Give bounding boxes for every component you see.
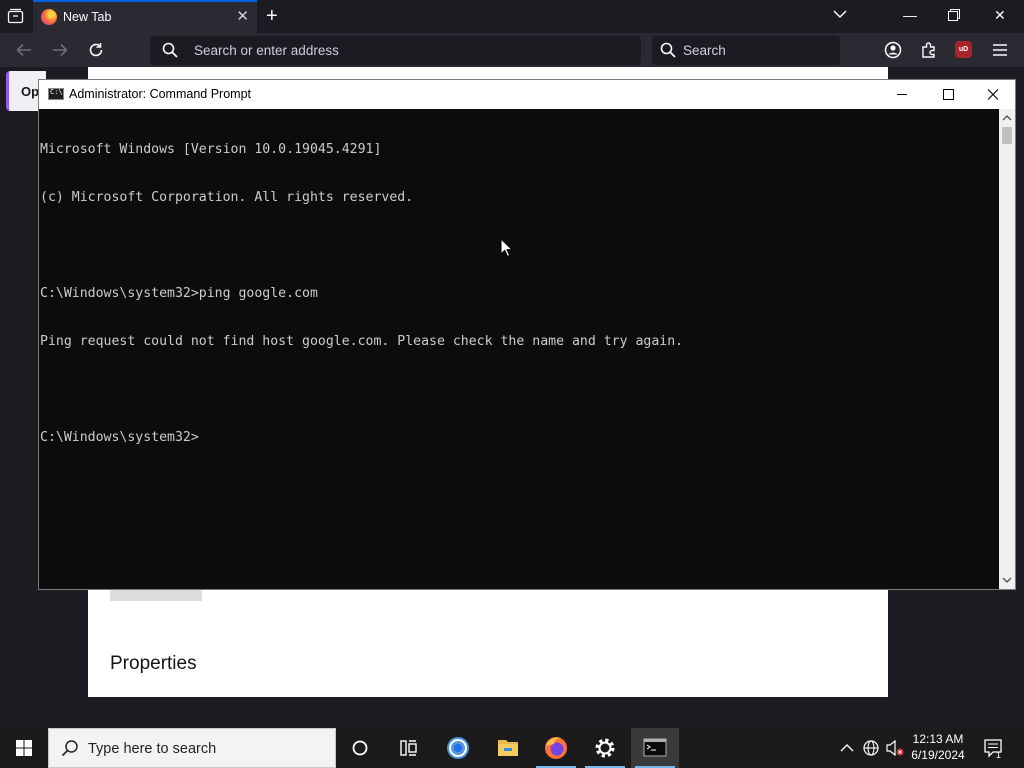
close-tab-icon[interactable]: ✕ (236, 8, 249, 26)
scroll-up-arrow-icon[interactable] (1002, 113, 1012, 123)
background-sidebar-label: Op (21, 84, 40, 99)
scrollbar-thumb[interactable] (1002, 127, 1012, 144)
cmd-minimize-button[interactable] (879, 80, 925, 109)
close-browser-button[interactable]: ✕ (994, 6, 1006, 24)
network-globe-icon[interactable] (861, 728, 881, 768)
taskbar-firefox-button[interactable] (532, 728, 580, 768)
settings-icon (595, 738, 615, 758)
console-line: Ping request could not find host google.… (40, 334, 684, 349)
console-prompt-line: C:\Windows\system32> (40, 430, 199, 445)
command-prompt-icon (643, 738, 667, 757)
browser-nav-bar: Search or enter address Search uD (0, 33, 1024, 67)
url-bar-placeholder: Search or enter address (194, 43, 339, 58)
search-icon (660, 42, 676, 58)
search-bar-placeholder: Search (683, 43, 726, 58)
taskbar-cmd-button[interactable] (631, 728, 679, 768)
firefox-favicon-icon (41, 9, 57, 25)
ublock-origin-icon[interactable]: uD (955, 41, 972, 58)
cmd-console-output[interactable]: Microsoft Windows [Version 10.0.19045.42… (39, 109, 1000, 589)
url-bar[interactable]: Search or enter address (150, 36, 641, 65)
console-line: C:\Windows\system32>ping google.com (40, 286, 318, 301)
restore-browser-button[interactable] (948, 9, 960, 21)
search-bar[interactable]: Search (652, 36, 840, 65)
properties-heading: Properties (110, 653, 197, 674)
windows-taskbar: Type here to search 12:13 AM 6/19/2024 1 (0, 728, 1024, 768)
file-explorer-icon[interactable] (484, 728, 532, 768)
windows-start-icon[interactable] (0, 728, 48, 768)
forward-arrow-icon[interactable] (51, 41, 69, 59)
action-center-icon[interactable] (982, 728, 1004, 768)
console-line: (c) Microsoft Corporation. All rights re… (40, 190, 414, 205)
minimize-browser-button[interactable]: — (903, 6, 917, 24)
search-icon (162, 42, 178, 58)
cmd-close-button[interactable] (970, 80, 1016, 109)
notification-count-badge: 1 (996, 750, 1002, 760)
show-hidden-icons-chevron-icon[interactable] (838, 728, 856, 768)
firefox-icon (545, 737, 567, 759)
taskbar-clock[interactable]: 12:13 AM 6/19/2024 (905, 731, 971, 763)
cmd-vertical-scrollbar[interactable] (999, 109, 1015, 589)
tab-title: New Tab (63, 10, 112, 24)
cmd-app-icon[interactable] (48, 88, 64, 100)
cmd-maximize-button[interactable] (925, 80, 971, 109)
task-view-icon[interactable] (384, 728, 432, 768)
new-tab-button[interactable]: + (266, 5, 278, 27)
list-all-tabs-icon[interactable] (832, 6, 848, 22)
taskbar-search-placeholder: Type here to search (88, 741, 217, 757)
taskbar-settings-button[interactable] (581, 728, 629, 768)
command-prompt-window[interactable]: Administrator: Command Prompt Microsoft … (38, 79, 1016, 590)
menu-hamburger-icon[interactable] (991, 41, 1009, 59)
cortana-icon[interactable] (336, 728, 384, 768)
scroll-down-arrow-icon[interactable] (1002, 575, 1012, 585)
back-arrow-icon[interactable] (15, 41, 33, 59)
console-line: Microsoft Windows [Version 10.0.19045.42… (40, 142, 382, 157)
search-icon (61, 740, 78, 757)
volume-muted-icon[interactable] (884, 728, 906, 768)
account-icon[interactable] (884, 41, 902, 59)
tab-list-icon[interactable] (7, 8, 24, 24)
clock-date: 6/19/2024 (911, 748, 965, 762)
cmd-window-title: Administrator: Command Prompt (69, 87, 252, 101)
taskbar-search-box[interactable]: Type here to search (48, 728, 336, 768)
reload-icon[interactable] (87, 41, 105, 59)
chrome-icon[interactable] (434, 728, 482, 768)
extensions-icon[interactable] (920, 41, 938, 59)
tab-new-tab[interactable]: New Tab ✕ (33, 0, 257, 33)
clock-time: 12:13 AM (912, 732, 964, 746)
cmd-title-bar[interactable]: Administrator: Command Prompt (39, 80, 1015, 109)
browser-tab-bar: New Tab ✕ + — ✕ (0, 0, 1024, 33)
mouse-cursor-icon (500, 238, 514, 258)
